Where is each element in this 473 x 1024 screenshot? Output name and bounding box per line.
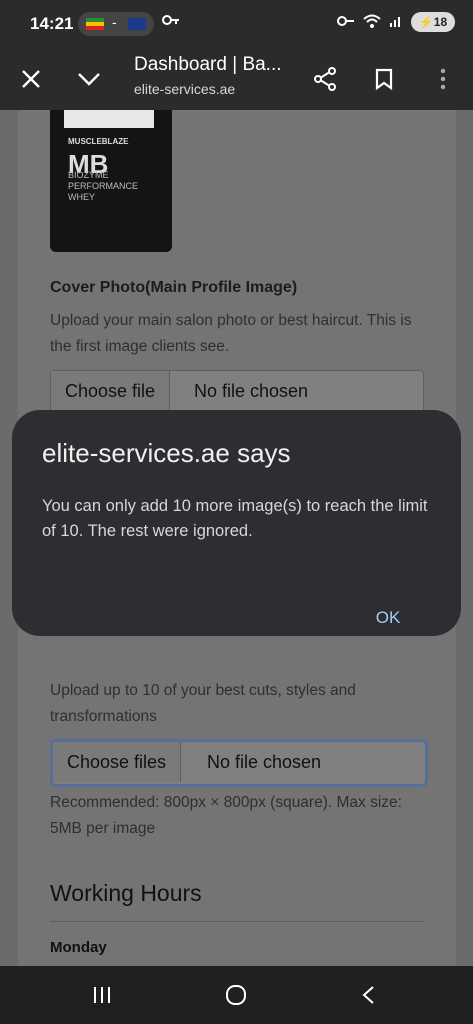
product-brand: MUSCLEBLAZE [68, 137, 129, 146]
bookmark-icon[interactable] [367, 62, 401, 96]
product-line1: BIOZYME [68, 170, 109, 180]
back-icon[interactable] [348, 980, 388, 1010]
close-icon[interactable] [14, 62, 48, 96]
cover-photo-file-input[interactable]: Choose file No file chosen [50, 370, 424, 414]
browser-toolbar: Dashboard | Ba... elite-services.ae [0, 48, 473, 110]
vpn-key-icon [337, 14, 355, 30]
product-line2: PERFORMANCE [68, 181, 139, 191]
gallery-file-input[interactable]: Choose files No file chosen [50, 739, 428, 787]
gallery-help: Upload up to 10 of your best cuts, style… [50, 682, 356, 725]
recent-apps-icon[interactable] [82, 980, 122, 1010]
choose-file-button[interactable]: Choose file [51, 371, 171, 411]
cover-photo-help: Upload your main salon photo or best hai… [50, 312, 412, 355]
status-dash: - [112, 14, 117, 30]
dialog-title: elite-services.ae says [42, 438, 291, 468]
cover-file-status: No file chosen [194, 381, 309, 401]
container-lid [64, 110, 154, 128]
wifi-icon [363, 14, 381, 31]
chevron-down-icon[interactable] [72, 62, 106, 96]
status-notification-pill: - [78, 12, 154, 36]
day-label-monday: Monday [50, 939, 107, 956]
ok-button[interactable]: OK [364, 602, 412, 634]
status-bar: 14:21 - ⚡ 18 [0, 0, 473, 48]
system-navigation-bar [0, 966, 473, 1024]
zimbabwe-flag-icon [86, 18, 104, 30]
australia-flag-icon [128, 18, 146, 30]
battery-level: 18 [433, 15, 448, 29]
product-line3: WHEY [68, 192, 95, 202]
dialog-message: You can only add 10 more image(s) to rea… [42, 497, 428, 540]
section-divider [50, 921, 424, 922]
clock: 14:21 [30, 14, 74, 33]
signal-icon [389, 14, 403, 31]
status-right-icons: ⚡ 18 [337, 12, 455, 32]
uploaded-image-thumbnail: MUSCLEBLAZE MB BIOZYME PERFORMANCE WHEY [50, 110, 172, 252]
choose-files-button[interactable]: Choose files [53, 742, 182, 782]
key-icon [162, 13, 180, 31]
gallery-note: Recommended: 800px × 800px (square). Max… [50, 794, 402, 837]
page-title[interactable]: Dashboard | Ba... [134, 54, 282, 76]
home-icon[interactable] [216, 980, 256, 1010]
battery-indicator: ⚡ 18 [411, 12, 455, 32]
working-hours-heading: Working Hours [50, 880, 202, 906]
more-options-icon[interactable] [426, 62, 460, 96]
gallery-file-status: No file chosen [207, 752, 322, 772]
charging-bolt-icon: ⚡ [418, 15, 434, 29]
share-icon[interactable] [308, 62, 342, 96]
page-url[interactable]: elite-services.ae [134, 81, 235, 97]
cover-photo-label: Cover Photo(Main Profile Image) [50, 279, 298, 296]
alert-dialog: elite-services.ae says You can only add … [12, 410, 461, 636]
